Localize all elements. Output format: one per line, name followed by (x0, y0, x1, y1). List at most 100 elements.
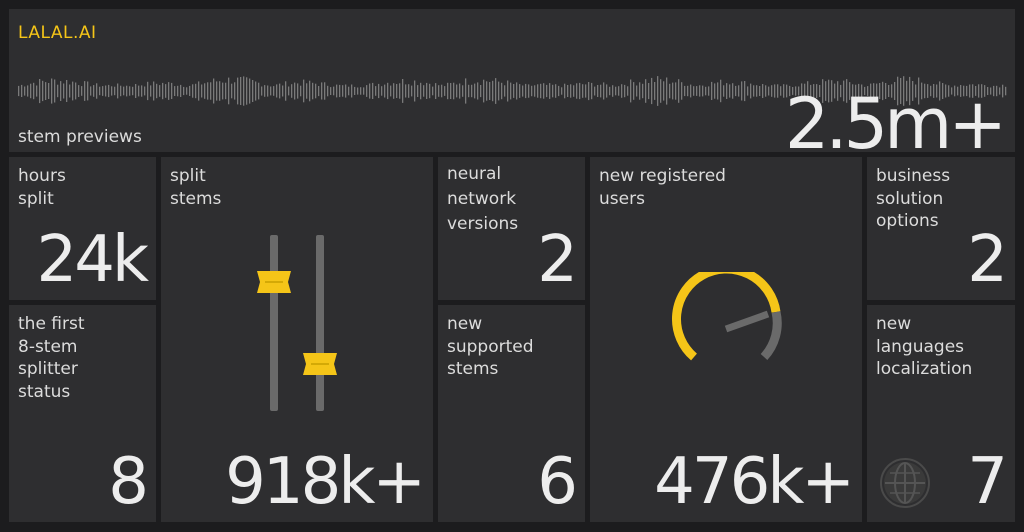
waveform-bar (258, 82, 260, 100)
waveform-bar (354, 86, 356, 95)
waveform-bar (723, 85, 725, 97)
waveform-bar (495, 78, 497, 104)
waveform-bar (273, 86, 275, 96)
stats-dashboard: LALAL.AI stem previews 2.5m+ hours split… (0, 0, 1024, 532)
waveform-bar (144, 86, 146, 96)
waveform-bar (261, 86, 263, 96)
waveform-bar (513, 84, 515, 98)
waveform-bar (453, 82, 455, 100)
waveform-bar (408, 84, 410, 98)
waveform-bar (582, 84, 584, 98)
split-stems-label: split stems (170, 166, 222, 209)
waveform-bar (81, 86, 83, 96)
waveform-bar (702, 85, 704, 97)
waveform-bar (768, 86, 770, 96)
languages-card: new languages localization 7 (867, 305, 1015, 522)
waveform-bar (384, 84, 386, 98)
globe-icon (880, 458, 930, 508)
waveform-bar (114, 86, 116, 96)
new-users-label: new registered users (599, 166, 726, 209)
waveform-bar (591, 82, 593, 100)
waveform-bar (615, 86, 617, 96)
waveform-bar (642, 83, 644, 99)
waveform-bar (42, 80, 44, 102)
neural-versions-value: 2 (537, 223, 578, 297)
waveform-bar (72, 81, 74, 101)
waveform-bar (417, 85, 419, 97)
waveform-bar (342, 85, 344, 97)
waveform-bar (507, 80, 509, 102)
waveform-bar (516, 82, 518, 100)
waveform-bar (183, 86, 185, 96)
waveform-bar (99, 86, 101, 96)
waveform-bar (63, 83, 65, 99)
waveform-bar (219, 81, 221, 101)
waveform-bar (774, 84, 776, 98)
waveform-bar (48, 83, 50, 99)
stem-previews-card: LALAL.AI stem previews 2.5m+ (9, 9, 1015, 159)
waveform-bar (348, 86, 350, 96)
waveform-bar (351, 84, 353, 98)
waveform-bar (564, 83, 566, 99)
waveform-bar (687, 85, 689, 97)
hours-split-label: hours split (18, 166, 66, 209)
waveform-bar (474, 83, 476, 99)
waveform-bar (606, 84, 608, 98)
waveform-bar (738, 85, 740, 97)
waveform-bar (252, 80, 254, 102)
waveform-bar (288, 86, 290, 96)
waveform-bar (480, 85, 482, 98)
waveform-bar (198, 81, 200, 101)
waveform-bar (225, 82, 227, 100)
waveform-bar (627, 86, 629, 96)
waveform-bar (630, 79, 632, 103)
waveform-bar (657, 76, 659, 106)
waveform-bar (66, 80, 68, 102)
hours-split-card: hours split 24k (9, 157, 156, 300)
neural-versions-card: neural network versions 2 (438, 157, 585, 300)
waveform-bar (603, 82, 605, 100)
waveform-bar (561, 87, 563, 95)
waveform-bar (168, 82, 170, 100)
waveform-bar (132, 86, 134, 96)
waveform-bar (546, 84, 548, 98)
waveform-bar (462, 85, 464, 97)
waveform-bar (489, 82, 491, 100)
waveform-bar (306, 83, 308, 99)
waveform-bar (753, 85, 755, 97)
waveform-bar (108, 84, 110, 98)
waveform-bar (186, 87, 188, 95)
waveform-bar (432, 86, 434, 96)
waveform-bar (75, 82, 77, 100)
waveform-bar (153, 81, 155, 101)
waveform-bar (741, 81, 743, 101)
waveform-bar (54, 79, 56, 103)
languages-label: new languages localization (876, 314, 973, 379)
waveform-bar (375, 86, 377, 96)
waveform-bar (33, 82, 35, 100)
waveform-bar (345, 84, 347, 98)
waveform-bar (555, 84, 557, 98)
waveform-bar (675, 82, 677, 100)
waveform-bar (159, 85, 161, 97)
waveform-bar (573, 85, 575, 97)
waveform-bar (189, 85, 191, 96)
waveform-bar (690, 84, 692, 98)
waveform-bar (714, 83, 716, 99)
waveform-bar (228, 77, 230, 105)
new-stems-card: new supported stems 6 (438, 305, 585, 522)
waveform-bar (195, 83, 197, 99)
waveform-bar (201, 84, 203, 98)
waveform-bar (60, 81, 62, 101)
waveform-bar (696, 86, 698, 96)
waveform-bar (729, 84, 731, 98)
new-users-value: 476k+ (654, 445, 855, 519)
waveform-bar (483, 79, 485, 103)
waveform-bar (78, 85, 80, 97)
waveform-bar (216, 81, 218, 101)
waveform-bar (648, 83, 650, 100)
waveform-bar (759, 86, 761, 96)
waveform-bar (192, 84, 194, 98)
waveform-bar (492, 80, 494, 102)
waveform-bar (780, 86, 782, 96)
